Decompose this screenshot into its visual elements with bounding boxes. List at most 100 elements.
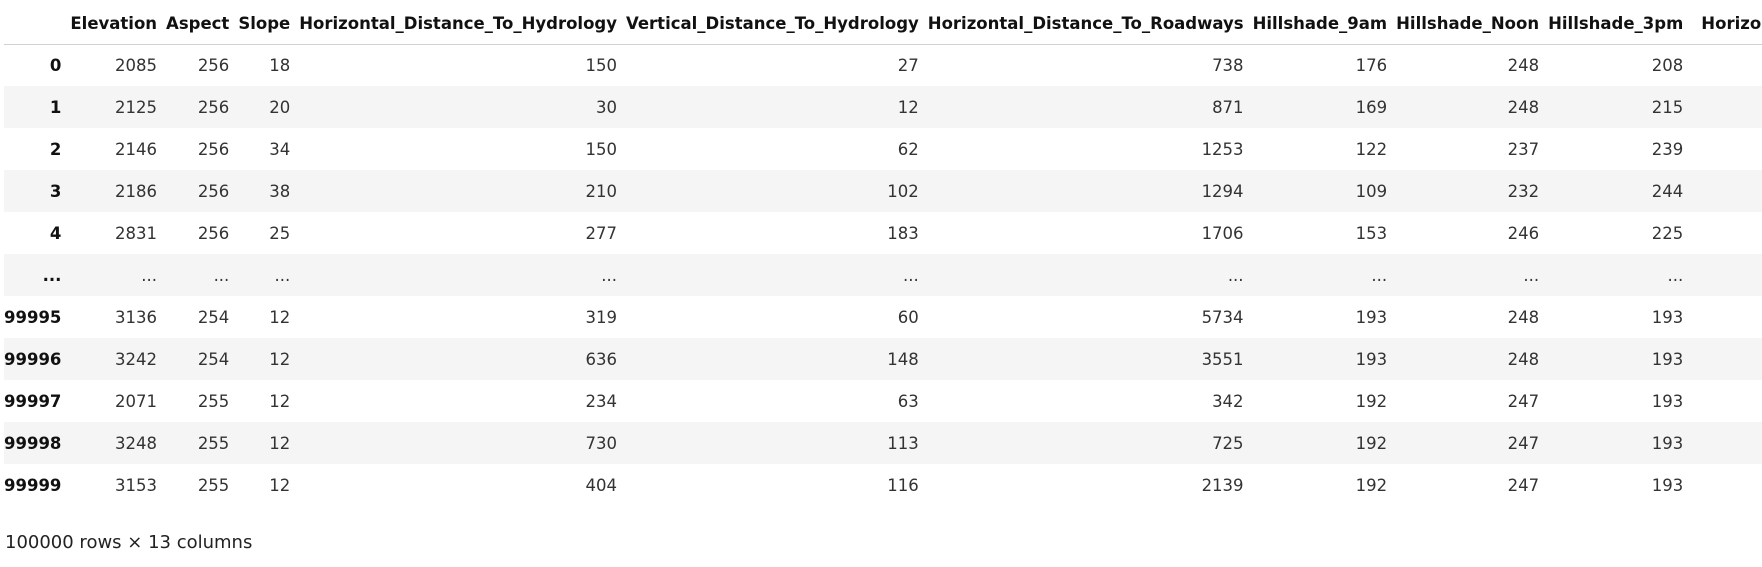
table-cell: ... [903, 265, 919, 285]
table-row: 0 2085 256 18 150 27 738 176 248 208 [4, 44, 1762, 86]
table-cell: 38 [269, 181, 291, 201]
column-header: Hillshade_Noon [1396, 4, 1549, 45]
table-cell: 2139 [1201, 475, 1244, 495]
table-row: 3 2186 256 38 210 102 1294 109 232 244 [4, 170, 1762, 212]
column-header: Hillshade_3pm [1548, 4, 1693, 45]
table-cell: 248 [1507, 97, 1540, 117]
table-cell [1692, 338, 1762, 380]
row-index: 99997 [4, 391, 62, 411]
table-cell: 1706 [1201, 223, 1244, 243]
table-cell: 20 [269, 97, 291, 117]
table-cell: 193 [1355, 307, 1388, 327]
column-header: Aspect [166, 4, 239, 45]
table-cell: 150 [585, 139, 617, 159]
table-cell: 237 [1507, 139, 1540, 159]
table-cell: ... [141, 265, 158, 285]
table-cell: 234 [585, 391, 617, 411]
table-cell [1692, 422, 1762, 464]
table-cell: 1294 [1201, 181, 1244, 201]
table-cell: 244 [1651, 181, 1684, 201]
column-header: Horizontal_Distance_To_Hydrology [299, 4, 626, 45]
table-cell: 116 [887, 475, 919, 495]
table-cell [1692, 296, 1762, 338]
table-cell: 636 [585, 349, 617, 369]
row-index: 99995 [4, 307, 62, 327]
table-row: 99997 2071 255 12 234 63 342 192 247 193 [4, 380, 1762, 422]
dataframe-table: Elevation Aspect Slope Horizontal_Distance_… [4, 4, 1762, 506]
table-cell: 25 [269, 223, 291, 243]
table-row: 99995 3136 254 12 319 60 5734 193 248 193 [4, 296, 1762, 338]
table-cell: 193 [1651, 349, 1684, 369]
row-index: 1 [49, 97, 62, 117]
table-cell: 255 [197, 391, 230, 411]
table-cell: 176 [1355, 55, 1388, 75]
table-cell: 113 [887, 433, 919, 453]
table-cell: 239 [1651, 139, 1684, 159]
row-index: 0 [49, 55, 62, 75]
table-cell [1692, 44, 1762, 86]
table-cell: 246 [1507, 223, 1540, 243]
table-row: 99996 3242 254 12 636 148 3551 193 248 193 [4, 338, 1762, 380]
table-cell: 30 [595, 97, 617, 117]
table-cell [1692, 170, 1762, 212]
table-cell: ... [1667, 265, 1684, 285]
table-cell: 342 [1212, 391, 1244, 411]
table-cell: 34 [269, 139, 291, 159]
column-header: Hillshade_9am [1252, 4, 1397, 45]
table-cell: 255 [197, 475, 230, 495]
table-cell: 232 [1507, 181, 1540, 201]
row-index: ... [42, 265, 62, 285]
table-cell: ... [1523, 265, 1540, 285]
table-cell: 5734 [1201, 307, 1244, 327]
table-cell: 27 [897, 55, 919, 75]
table-cell: 193 [1651, 475, 1684, 495]
table-cell: 225 [1651, 223, 1684, 243]
table-cell: 215 [1651, 97, 1684, 117]
table-cell [1692, 380, 1762, 422]
table-cell: 404 [585, 475, 617, 495]
table-cell: 12 [269, 433, 291, 453]
table-cell: 193 [1651, 307, 1684, 327]
table-cell: 192 [1355, 433, 1388, 453]
table-cell: 102 [887, 181, 919, 201]
table-cell [1692, 86, 1762, 128]
table-cell: 725 [1212, 433, 1244, 453]
table-cell: 183 [887, 223, 919, 243]
column-header: Horizontal_Distance_To_Roadways [927, 4, 1253, 45]
table-cell: 12 [269, 391, 291, 411]
table-cell: 247 [1507, 391, 1540, 411]
table-cell: 256 [197, 181, 230, 201]
table-cell: 62 [897, 139, 919, 159]
table-row: 99998 3248 255 12 730 113 725 192 247 193 [4, 422, 1762, 464]
table-cell [1692, 464, 1762, 506]
table-cell: 18 [269, 55, 291, 75]
table-cell [1692, 128, 1762, 170]
table-cell: 109 [1355, 181, 1388, 201]
row-index: 2 [49, 139, 62, 159]
table-row: .............................. [4, 254, 1762, 296]
row-index: 99999 [4, 475, 62, 495]
table-cell: 148 [887, 349, 919, 369]
table-cell: 2186 [115, 181, 158, 201]
table-cell: 254 [197, 307, 230, 327]
table-cell: 192 [1355, 475, 1388, 495]
table-cell: ... [1227, 265, 1244, 285]
table-cell: 153 [1355, 223, 1388, 243]
table-cell: 3248 [115, 433, 158, 453]
table-row: 1 2125 256 20 30 12 871 169 248 215 [4, 86, 1762, 128]
table-cell [1692, 212, 1762, 254]
table-cell: ... [213, 265, 230, 285]
table-cell: 3153 [115, 475, 158, 495]
table-cell: 730 [585, 433, 617, 453]
column-header: Vertical_Distance_To_Hydrology [625, 4, 928, 45]
table-cell: 248 [1507, 55, 1540, 75]
table-cell: 12 [897, 97, 919, 117]
table-cell: 12 [269, 475, 291, 495]
table-cell: 256 [197, 223, 230, 243]
table-cell: 277 [585, 223, 617, 243]
table-cell: 122 [1355, 139, 1388, 159]
table-cell [1692, 254, 1762, 296]
table-cell: 256 [197, 97, 230, 117]
table-cell: 150 [585, 55, 617, 75]
table-cell: 2085 [115, 55, 158, 75]
